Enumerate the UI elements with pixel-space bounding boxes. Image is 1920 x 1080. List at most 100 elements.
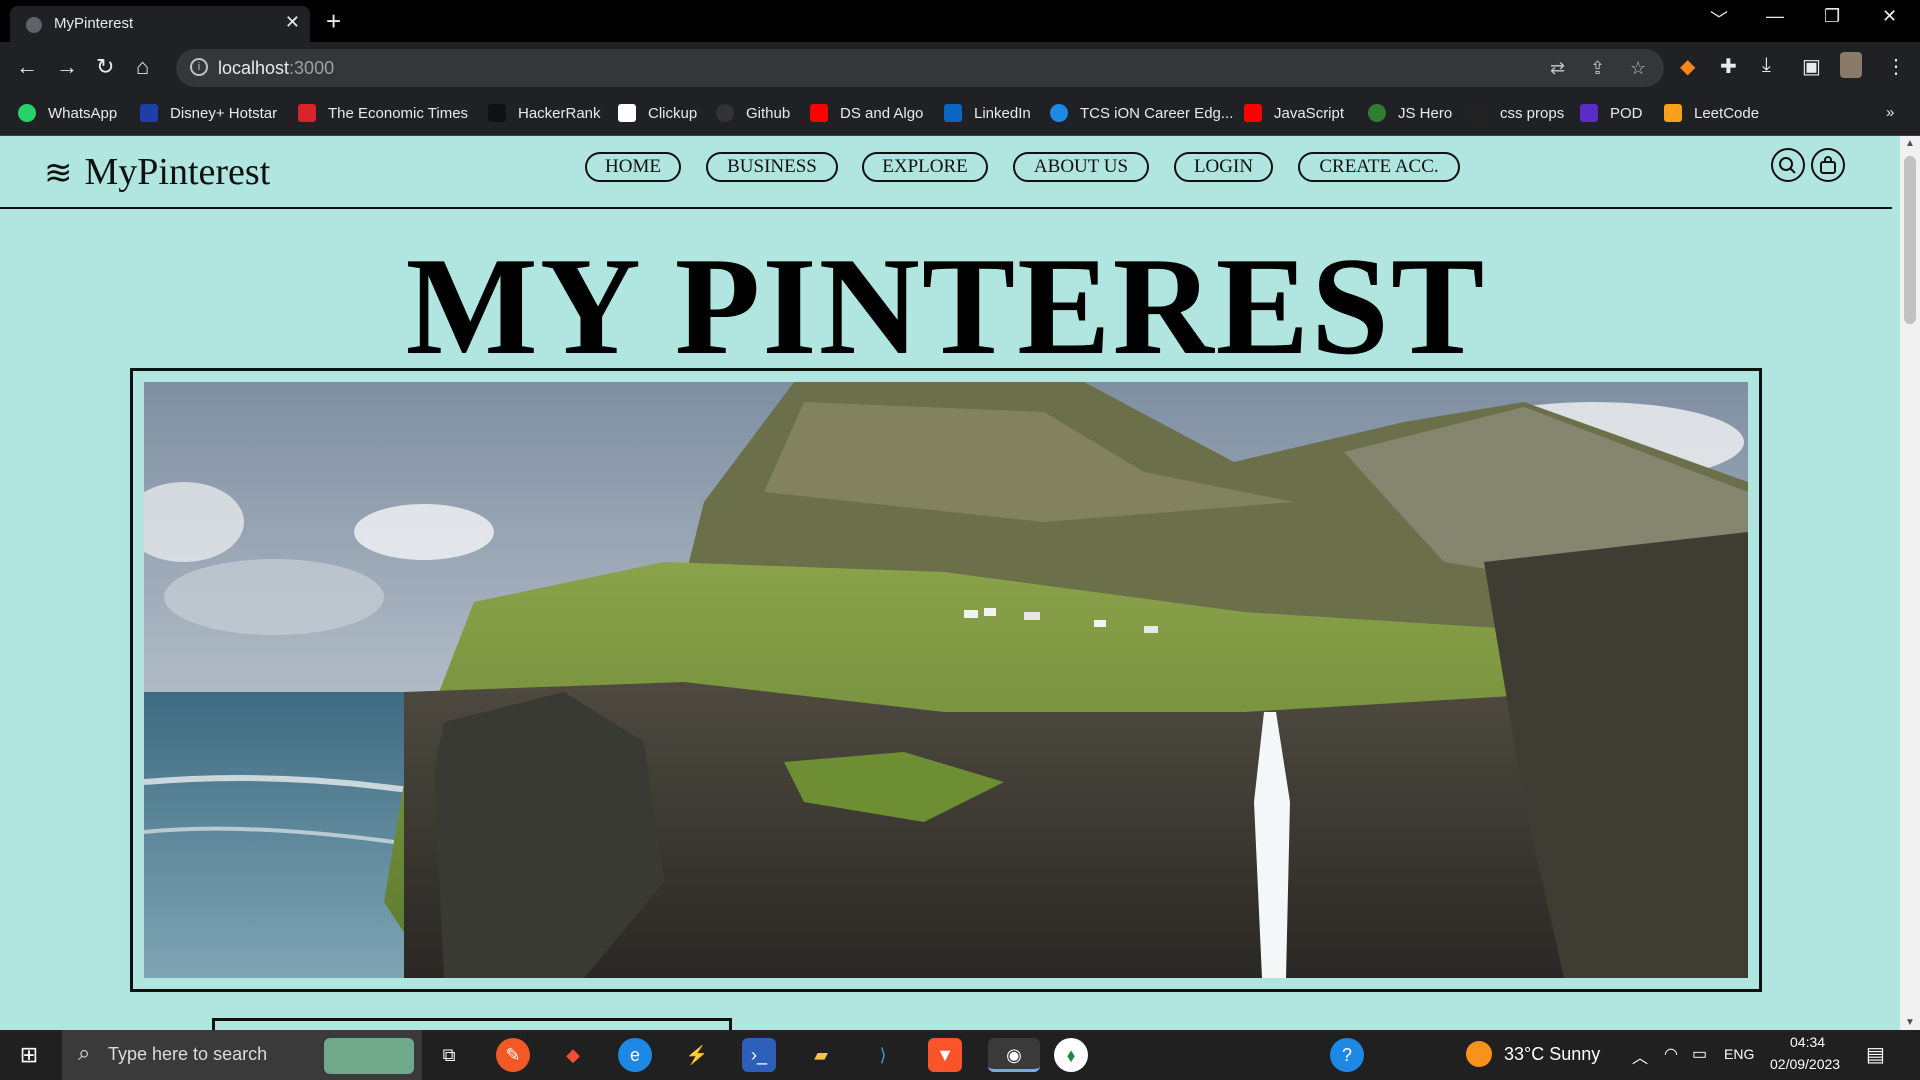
bookmarks-bar: WhatsApp Disney+ Hotstar The Economic Ti… [0,94,1920,136]
bookmark-item[interactable]: TCS iON Career Edg... [1050,104,1233,122]
hackerrank-icon [488,104,506,122]
weather-sun-icon[interactable] [1466,1041,1492,1067]
nav-about-us-button[interactable]: ABOUT US [1013,152,1149,182]
powershell-icon[interactable]: ›_ [742,1038,776,1072]
bookmark-item[interactable]: Clickup [618,104,697,122]
postman-app-icon[interactable]: ✎ [496,1038,530,1072]
wind-icon: ≋ [44,155,73,192]
mongodb-compass-icon[interactable]: ⬧ [1054,1038,1088,1072]
js-hero-icon [1368,104,1386,122]
clock-time[interactable]: 04:34 [1790,1034,1825,1050]
battery-icon[interactable]: ▭ [1692,1044,1707,1064]
search-icon[interactable] [1771,148,1805,182]
restore-icon[interactable]: ❐ [1824,6,1840,27]
bookmark-item[interactable]: DS and Algo [810,104,923,122]
site-info-icon[interactable]: i [190,58,208,76]
bookmark-item[interactable]: LinkedIn [944,104,1031,122]
nav-create-account-button[interactable]: CREATE ACC. [1298,152,1460,182]
side-panel-icon[interactable]: ▣ [1802,54,1821,79]
globe-icon [26,17,42,33]
vscode-icon[interactable]: ⟩ [866,1038,900,1072]
bookmark-item[interactable]: POD [1580,104,1643,122]
linkedin-icon [944,104,962,122]
tab-search-chevron-icon[interactable]: ﹀ [1710,6,1728,32]
menu-kebab-icon[interactable]: ⋮ [1886,54,1906,79]
shopping-bag-icon[interactable] [1811,148,1845,182]
css-props-icon [1470,104,1488,122]
minimize-icon[interactable]: — [1766,6,1784,27]
bookmark-star-icon[interactable]: ☆ [1630,58,1646,79]
translate-icon[interactable]: ⇄ [1550,58,1565,79]
header-divider [0,207,1892,209]
content-card-top [212,1018,732,1030]
back-arrow-icon[interactable]: ← [16,54,38,80]
site-logo[interactable]: ≋ MyPinterest [44,150,270,194]
whatsapp-icon [18,104,36,122]
page-scrollbar[interactable]: ▲ ▼ [1900,136,1920,1030]
url-host: localhost [218,58,290,78]
bookmarks-overflow-icon[interactable]: » [1886,104,1894,121]
browser-title-bar: MyPinterest ✕ + ﹀ — ❐ ✕ [0,0,1920,42]
browser-tab[interactable]: MyPinterest ✕ [10,6,310,42]
bookmark-item[interactable]: JavaScript [1244,104,1344,122]
scroll-down-icon[interactable]: ▼ [1905,1017,1915,1028]
file-explorer-icon[interactable]: ▰ [804,1038,838,1072]
bookmark-item[interactable]: WhatsApp [18,104,117,122]
tab-close-icon[interactable]: ✕ [285,12,300,33]
youtube-icon [810,104,828,122]
new-tab-plus-icon[interactable]: + [326,6,341,37]
url-text[interactable]: localhost:3000 [218,58,334,79]
search-highlight-image [324,1038,414,1074]
bookmark-item[interactable]: JS Hero [1368,104,1452,122]
help-icon[interactable]: ? [1330,1038,1364,1072]
nav-business-button[interactable]: BUSINESS [706,152,838,182]
leetcode-icon [1664,104,1682,122]
extensions-puzzle-icon[interactable]: ✚ [1720,54,1737,79]
web-page: ≋ MyPinterest HOME BUSINESS EXPLORE ABOUT… [0,136,1900,1030]
bookmark-item[interactable]: LeetCode [1664,104,1759,122]
economic-times-icon [298,104,316,122]
tab-title: MyPinterest [54,15,134,32]
metamask-extension-icon[interactable]: ◆ [1680,54,1695,79]
profile-avatar[interactable] [1840,52,1862,78]
git-app-icon[interactable]: ◆ [556,1038,590,1072]
weather-text[interactable]: 33°C Sunny [1504,1044,1600,1065]
terminal-app-icon[interactable]: ⚡ [680,1038,714,1072]
search-placeholder: Type here to search [108,1044,268,1064]
github-icon [716,104,734,122]
chrome-browser-icon[interactable]: ◉ [988,1038,1040,1072]
bookmark-item[interactable]: css props [1470,104,1564,122]
taskbar-search-box[interactable]: ⌕ Type here to search [62,1030,422,1080]
forward-arrow-icon[interactable]: → [56,54,78,80]
bookmark-item[interactable]: HackerRank [488,104,601,122]
task-view-icon[interactable]: ⧉ [432,1038,466,1072]
home-icon[interactable]: ⌂ [136,54,149,80]
bookmark-item[interactable]: The Economic Times [298,104,468,122]
clock-date[interactable]: 02/09/2023 [1770,1056,1840,1072]
edge-browser-icon[interactable]: e [618,1038,652,1072]
download-icon[interactable]: ⤓ [1762,54,1771,77]
notifications-icon[interactable]: ▤ [1866,1042,1885,1067]
reload-icon[interactable]: ↻ [96,54,114,80]
logo-text: MyPinterest [84,151,271,193]
browser-toolbar: ← → ↻ ⌂ i localhost:3000 ⇄ ⇪ ☆ ◆ ✚ ⤓ ▣ ⋮ [0,42,1920,94]
nav-home-button[interactable]: HOME [585,152,681,182]
windows-taskbar: ⊞ ⌕ Type here to search ⧉ ✎ ◆ e ⚡ ›_ ▰ ⟩… [0,1030,1920,1080]
address-bar[interactable]: i localhost:3000 ⇄ ⇪ ☆ [176,49,1664,87]
share-icon[interactable]: ⇪ [1590,58,1605,79]
windows-start-icon[interactable]: ⊞ [12,1038,46,1072]
bookmark-item[interactable]: Github [716,104,790,122]
scroll-up-icon[interactable]: ▲ [1905,138,1915,149]
network-icon[interactable]: ◠ [1664,1044,1678,1064]
bookmark-item[interactable]: Disney+ Hotstar [140,104,277,122]
tray-chevron-up-icon[interactable]: ︿ [1632,1044,1648,1068]
nav-explore-button[interactable]: EXPLORE [862,152,988,182]
language-indicator[interactable]: ENG [1724,1046,1754,1062]
scrollbar-thumb[interactable] [1904,156,1916,324]
youtube-icon [1244,104,1262,122]
url-port: :3000 [289,58,335,78]
window-close-icon[interactable]: ✕ [1882,6,1897,27]
brave-browser-icon[interactable]: ▼ [928,1038,962,1072]
nav-login-button[interactable]: LOGIN [1174,152,1273,182]
pod-icon [1580,104,1598,122]
